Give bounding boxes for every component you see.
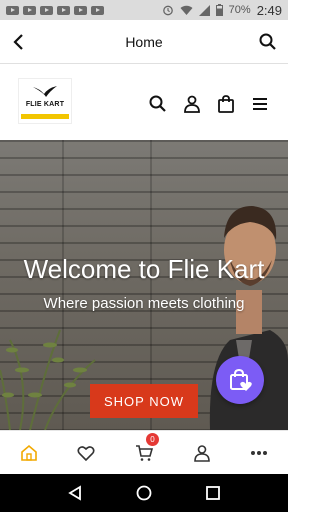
notification-youtube-icon — [74, 5, 87, 15]
hero-banner: Welcome to Flie Kart Where passion meets… — [0, 140, 288, 430]
more-icon — [251, 450, 268, 455]
shopping-bag-heart-icon — [230, 368, 252, 391]
notification-youtube-icon — [23, 5, 36, 15]
home-icon — [20, 444, 37, 461]
nav-cart[interactable]: 0 — [115, 431, 173, 474]
home-circle-icon[interactable] — [136, 485, 152, 501]
nav-more[interactable] — [230, 431, 288, 474]
clock: 2:49 — [256, 2, 282, 18]
bird-logo-icon — [33, 86, 57, 97]
nav-home[interactable] — [0, 431, 58, 474]
shop-now-button[interactable]: SHOP NOW — [90, 384, 198, 418]
nav-wishlist[interactable] — [58, 431, 116, 474]
app-bar: Home — [0, 20, 288, 64]
search-icon[interactable] — [258, 32, 278, 52]
user-icon — [193, 444, 210, 462]
battery-icon — [215, 4, 223, 16]
recents-icon[interactable] — [205, 485, 221, 501]
status-bar: 70% 2:49 — [0, 0, 288, 20]
notification-youtube-icon — [40, 5, 53, 15]
signal-icon — [198, 4, 210, 16]
wishlist-fab[interactable] — [216, 356, 264, 404]
back-icon[interactable] — [67, 485, 83, 501]
system-status: 70% 2:49 — [162, 3, 282, 18]
store-logo[interactable]: FLIE KART — [18, 78, 72, 124]
menu-icon[interactable] — [250, 94, 270, 114]
logo-band — [21, 114, 69, 119]
heart-icon — [77, 445, 95, 461]
system-navigation-bar — [0, 474, 288, 512]
cart-icon — [135, 444, 153, 461]
header-actions — [148, 94, 270, 114]
notification-youtube-icon — [91, 5, 104, 15]
alarm-icon — [162, 5, 173, 16]
hero-title: Welcome to Flie Kart — [23, 254, 265, 284]
bottom-navigation: 0 — [0, 430, 288, 474]
store-header: FLIE KART — [0, 64, 288, 140]
user-icon[interactable] — [182, 94, 202, 114]
search-icon[interactable] — [148, 94, 168, 114]
nav-account[interactable] — [173, 431, 231, 474]
logo-text: FLIE KART — [25, 101, 65, 108]
bag-icon[interactable] — [216, 94, 236, 114]
back-arrow-icon[interactable] — [8, 31, 30, 53]
battery-percent: 70% — [228, 4, 251, 16]
cart-count-badge: 0 — [145, 433, 159, 446]
hero-text: Welcome to Flie Kart Where passion meets… — [0, 254, 288, 312]
notification-icons — [6, 5, 104, 15]
page-title: Home — [125, 33, 163, 50]
hero-subtitle: Where passion meets clothing — [43, 295, 245, 312]
notification-youtube-icon — [57, 5, 70, 15]
notification-app-icon — [6, 5, 19, 15]
wifi-icon — [180, 5, 193, 15]
